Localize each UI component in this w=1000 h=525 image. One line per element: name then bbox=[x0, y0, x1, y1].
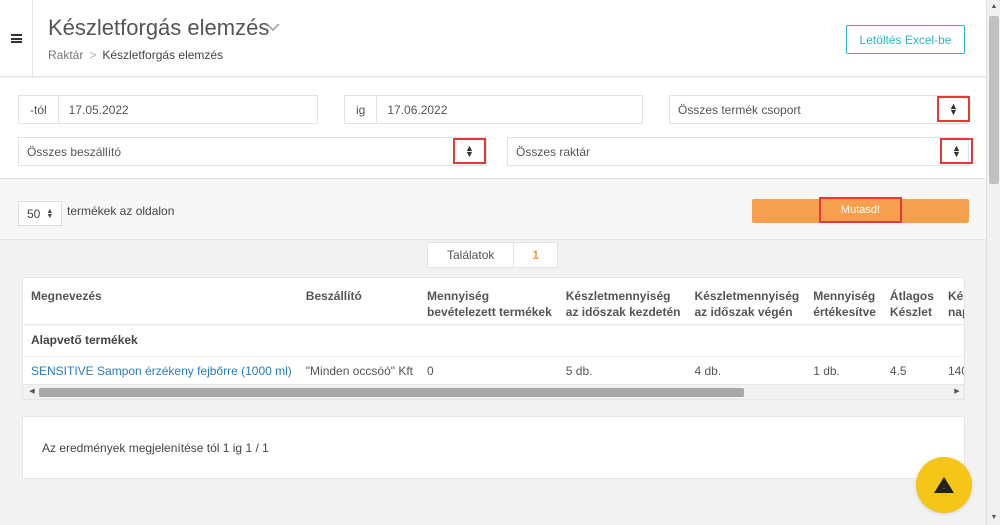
chevron-down-icon[interactable] bbox=[265, 19, 281, 35]
page-header: Készletforgás elemzés Raktár > Készletfo… bbox=[0, 0, 986, 77]
column-header-sold-qty[interactable]: Mennyiség értékesítve bbox=[805, 278, 882, 325]
vertical-scrollbar[interactable]: ▲ ▼ bbox=[986, 0, 1000, 525]
menu-button[interactable] bbox=[0, 0, 33, 77]
supplier-select[interactable]: Összes beszállító bbox=[18, 137, 487, 166]
warehouse-select[interactable]: Összes raktár bbox=[507, 137, 969, 166]
sort-arrows-icon[interactable]: ▲ ▼ bbox=[937, 96, 970, 122]
column-header-stock-days[interactable]: Készlenapol bbox=[939, 278, 964, 325]
table-cell: 4 db. bbox=[686, 356, 806, 387]
breadcrumb: Raktár > Készletforgás elemzés bbox=[48, 48, 223, 62]
table-header-row: Megnevezés Beszállító Mennyiség bevételez… bbox=[23, 278, 964, 325]
column-header-name[interactable]: Megnevezés bbox=[23, 278, 298, 325]
date-from-addon: -tól bbox=[19, 96, 59, 123]
excel-download-button[interactable]: Letöltés Excel-be bbox=[846, 25, 965, 54]
show-button-label[interactable]: Mutasd! bbox=[819, 197, 902, 223]
table-cell: "Minden occsóó" Kft bbox=[297, 356, 420, 387]
help-button[interactable] bbox=[916, 457, 972, 513]
show-button[interactable]: Mutasd! bbox=[752, 197, 969, 223]
table-group-row: Alapvető termékek bbox=[23, 324, 964, 357]
tab-results[interactable]: Találatok bbox=[428, 243, 513, 267]
supplier-value: Összes beszállító bbox=[27, 144, 122, 159]
product-group-select[interactable]: Összes termék csoport bbox=[669, 95, 969, 124]
scroll-left-icon[interactable]: ◀ bbox=[25, 385, 39, 399]
results-summary-panel: Az eredmények megjelenítése tól 1 ig 1 /… bbox=[22, 416, 965, 479]
table-cell: 140 n bbox=[939, 356, 964, 387]
scroll-right-icon[interactable]: ▶ bbox=[950, 385, 964, 399]
warehouse-value: Összes raktár bbox=[516, 144, 591, 159]
results-tabs: Találatok 1 bbox=[427, 242, 559, 268]
horizontal-scrollbar[interactable]: ◀ ▶ bbox=[23, 384, 964, 399]
date-from-value[interactable]: 17.05.2022 bbox=[59, 103, 129, 117]
date-from-field[interactable]: -tól 17.05.2022 bbox=[18, 95, 318, 124]
column-header-received-qty[interactable]: Mennyiség bevételezett termékek bbox=[419, 278, 558, 325]
sort-arrows-icon[interactable]: ▲ ▼ bbox=[453, 138, 486, 164]
table-cell: 1 db. bbox=[805, 356, 882, 387]
vertical-scroll-thumb[interactable] bbox=[989, 16, 999, 184]
sort-arrows-icon[interactable]: ▲ ▼ bbox=[940, 138, 973, 164]
date-to-addon: ig bbox=[345, 96, 378, 123]
table-cell: 5 db. bbox=[557, 356, 687, 387]
column-header-stock-start[interactable]: Készletmennyiség az időszak kezdetén bbox=[557, 278, 687, 325]
sort-arrows-icon: ▲ ▼ bbox=[46, 207, 54, 220]
product-group-value: Összes termék csoport bbox=[678, 102, 801, 117]
horizontal-scroll-thumb[interactable] bbox=[39, 388, 744, 397]
breadcrumb-separator: > bbox=[89, 48, 97, 62]
scroll-up-icon[interactable]: ▲ bbox=[987, 0, 1000, 14]
menu-icon bbox=[10, 34, 22, 43]
product-name-link[interactable]: SENSITIVE Sampon érzékeny fejbőrre (1000… bbox=[23, 356, 298, 387]
help-logo-icon bbox=[934, 477, 954, 493]
per-page-value: 50 bbox=[27, 206, 41, 221]
group-label: Alapvető termékek bbox=[23, 324, 964, 357]
results-count-badge: 1 bbox=[513, 243, 557, 267]
table-cell: 4.5 bbox=[881, 356, 940, 387]
breadcrumb-current: Készletforgás elemzés bbox=[102, 48, 224, 62]
column-header-avg-stock[interactable]: Átlagos Készlet bbox=[881, 278, 940, 325]
date-to-value[interactable]: 17.06.2022 bbox=[377, 103, 447, 117]
scroll-down-icon[interactable]: ▼ bbox=[987, 511, 1000, 525]
results-table-panel: Megnevezés Beszállító Mennyiség bevételez… bbox=[22, 277, 965, 400]
table-cell: 0 bbox=[419, 356, 558, 387]
per-page-label: termékek az oldalon bbox=[67, 204, 175, 218]
filter-panel: -tól 17.05.2022 ig 17.06.2022 Összes ter… bbox=[0, 78, 986, 179]
per-page-select[interactable]: 50 ▲ ▼ bbox=[18, 201, 62, 226]
breadcrumb-parent[interactable]: Raktár bbox=[48, 48, 83, 62]
column-header-stock-end[interactable]: Készletmennyiség az időszak végén bbox=[686, 278, 806, 325]
results-table: Megnevezés Beszállító Mennyiség bevételez… bbox=[23, 278, 964, 387]
date-to-field[interactable]: ig 17.06.2022 bbox=[344, 95, 643, 124]
column-header-supplier[interactable]: Beszállító bbox=[297, 278, 420, 325]
options-bar: 50 ▲ ▼ termékek az oldalon Mutasd! bbox=[0, 180, 986, 240]
page-title: Készletforgás elemzés bbox=[48, 15, 270, 40]
app: Készletforgás elemzés Raktár > Készletfo… bbox=[0, 0, 986, 525]
results-summary-text: Az eredmények megjelenítése tól 1 ig 1 /… bbox=[42, 441, 269, 455]
table-row: SENSITIVE Sampon érzékeny fejbőrre (1000… bbox=[23, 356, 964, 387]
